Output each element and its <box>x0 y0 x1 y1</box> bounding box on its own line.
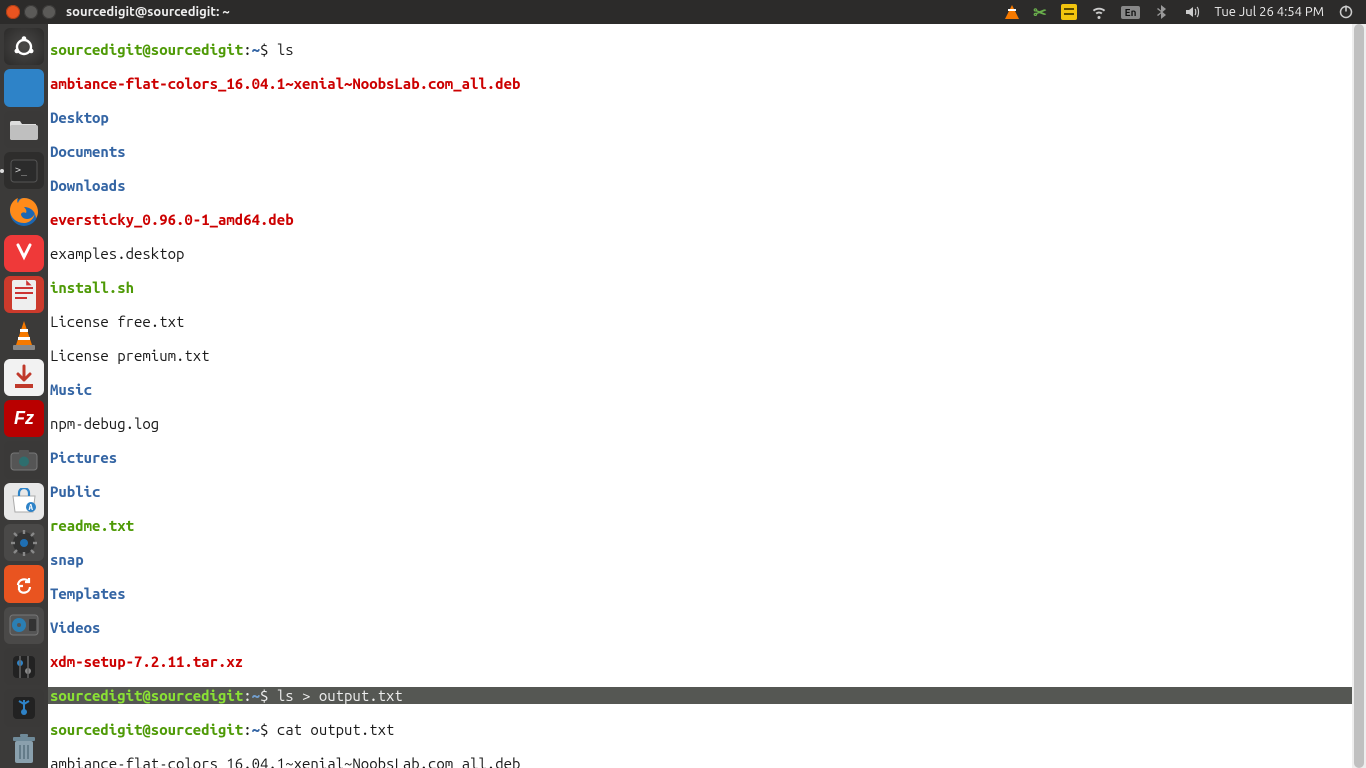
clipboard-indicator-icon[interactable]: ✂ <box>1033 3 1046 22</box>
highlighted-line: sourcedigit@sourcedigit:~$ ls > output.t… <box>48 687 1366 704</box>
ls-item: examples.desktop <box>50 245 184 262</box>
bluetooth-indicator-icon[interactable] <box>1154 4 1170 20</box>
minimize-icon[interactable] <box>24 5 38 19</box>
clock-indicator[interactable]: Tue Jul 26 4:54 PM <box>1214 5 1324 19</box>
usb-creator-icon[interactable] <box>4 689 44 726</box>
notes-indicator-icon[interactable] <box>1061 4 1077 20</box>
ls-item: Documents <box>50 143 126 160</box>
network-indicator-icon[interactable] <box>1091 4 1107 20</box>
top-panel: sourcedigit@sourcedigit: ~ ✂ En Tue Jul … <box>0 0 1366 24</box>
ls-item: Pictures <box>50 449 117 466</box>
ls-item: Desktop <box>50 109 109 126</box>
terminal-icon[interactable]: >_ <box>4 152 44 189</box>
ls-item: npm-debug.log <box>50 415 159 432</box>
software-center-icon[interactable]: A <box>4 483 44 520</box>
volume-indicator-icon[interactable] <box>1184 4 1200 20</box>
command-2: ls > output.txt <box>277 687 403 704</box>
filezilla-label: Fz <box>14 408 34 429</box>
ls-item: xdm-setup-7.2.11.tar.xz <box>50 653 243 670</box>
download-manager-icon[interactable] <box>4 359 44 396</box>
ls-item: readme.txt <box>50 517 134 534</box>
vlc-icon[interactable] <box>4 317 44 354</box>
trash-icon[interactable] <box>4 731 44 768</box>
tweak-tool-icon[interactable] <box>4 648 44 685</box>
ls-item: ambiance-flat-colors_16.04.1~xenial~Noob… <box>50 75 520 92</box>
ls-item: eversticky_0.96.0-1_amd64.deb <box>50 211 294 228</box>
firefox-icon[interactable] <box>4 193 44 230</box>
window-title: sourcedigit@sourcedigit: ~ <box>66 5 230 19</box>
pdf-reader-icon[interactable] <box>4 276 44 313</box>
ls-item: Downloads <box>50 177 126 194</box>
ls-item: snap <box>50 551 84 568</box>
ls-item: Templates <box>50 585 126 602</box>
ls-item: License free.txt <box>50 313 184 330</box>
files-icon[interactable] <box>4 111 44 148</box>
maximize-icon[interactable] <box>42 5 56 19</box>
ls-item: Videos <box>50 619 100 636</box>
system-indicators: ✂ En Tue Jul 26 4:54 PM <box>1005 3 1366 22</box>
scrollbar-thumb[interactable] <box>1354 24 1364 768</box>
scrollbar[interactable] <box>1352 24 1366 768</box>
ls-item: License premium.txt <box>50 347 210 364</box>
input-method-indicator[interactable]: En <box>1121 6 1141 19</box>
power-indicator-icon[interactable] <box>1338 4 1354 20</box>
prompt-userhost: sourcedigit@sourcedigit <box>50 41 243 58</box>
blank-app-icon[interactable] <box>4 69 44 106</box>
close-icon[interactable] <box>6 5 20 19</box>
svg-text:>_: >_ <box>15 165 28 176</box>
svg-text:A: A <box>29 503 34 512</box>
vlc-indicator-icon[interactable] <box>1005 5 1019 19</box>
vivaldi-icon[interactable] <box>4 235 44 272</box>
dash-icon[interactable] <box>4 28 44 65</box>
command-3: cat output.txt <box>277 721 395 738</box>
ls-item: Public <box>50 483 100 500</box>
screenshot-icon[interactable] <box>4 441 44 478</box>
terminal-output[interactable]: sourcedigit@sourcedigit:~$ ls ambiance-f… <box>48 24 1366 768</box>
settings-icon[interactable] <box>4 524 44 561</box>
software-updater-icon[interactable] <box>4 565 44 602</box>
unity-launcher: >_ Fz A <box>0 24 48 768</box>
ls-item: install.sh <box>50 279 134 296</box>
window-controls <box>0 5 56 19</box>
filezilla-icon[interactable]: Fz <box>4 400 44 437</box>
cat-item: ambiance-flat-colors_16.04.1~xenial~Noob… <box>50 755 520 768</box>
command-1: ls <box>277 41 294 58</box>
disks-icon[interactable] <box>4 607 44 644</box>
ls-item: Music <box>50 381 92 398</box>
